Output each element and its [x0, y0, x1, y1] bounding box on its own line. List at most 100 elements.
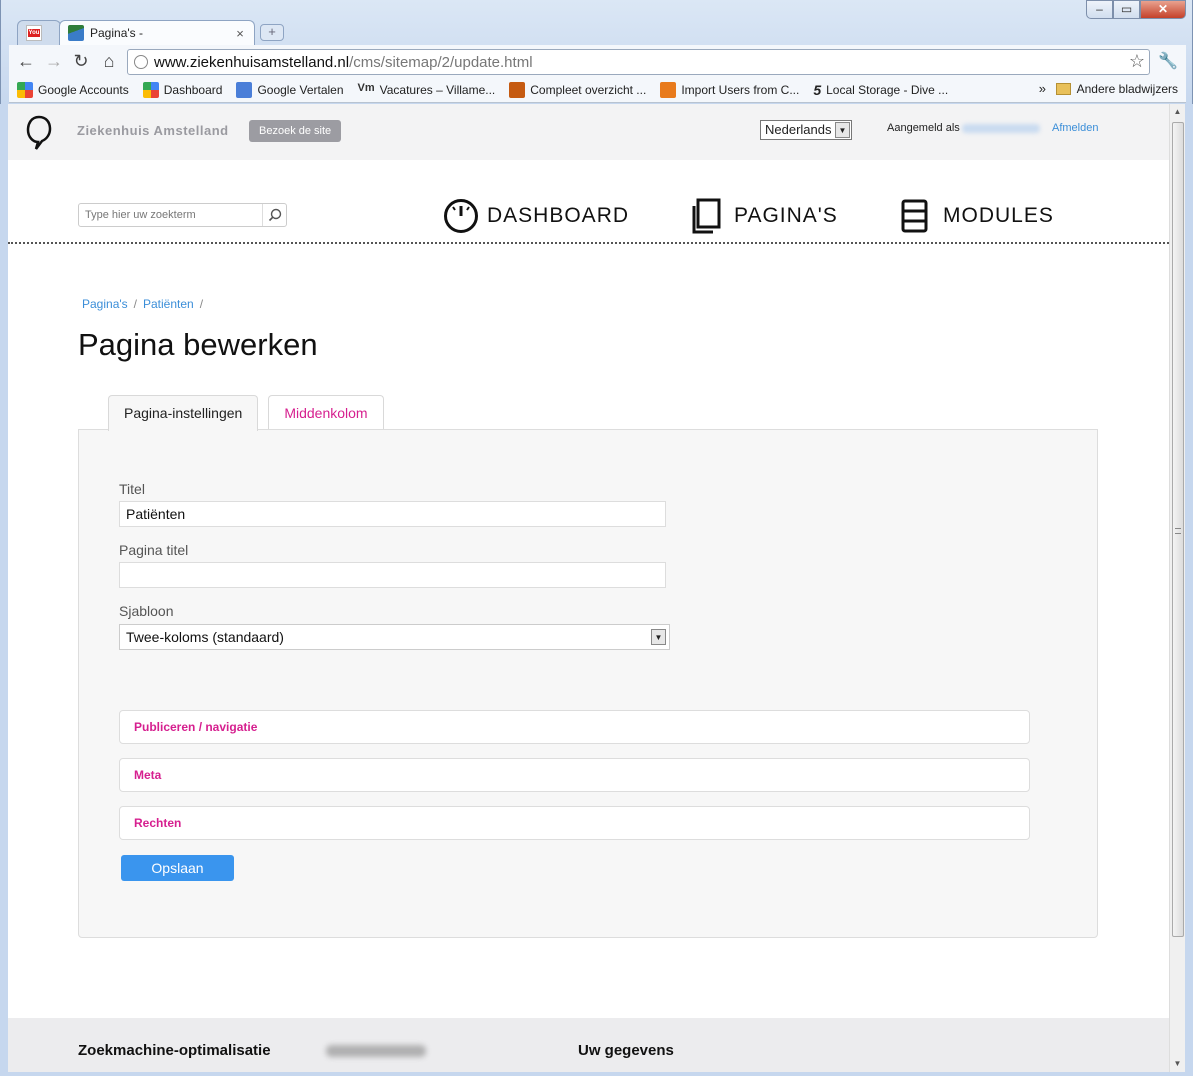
- minimize-button[interactable]: –: [1086, 0, 1113, 19]
- search-input[interactable]: [79, 204, 261, 226]
- other-bookmarks-folder[interactable]: Andere bladwijzers: [1055, 82, 1178, 96]
- folder-icon: [1055, 83, 1071, 95]
- breadcrumb-separator: /: [199, 297, 204, 311]
- breadcrumb: Pagina's / Patiënten /: [82, 297, 209, 311]
- forward-arrow-icon[interactable]: →: [43, 51, 65, 73]
- search-button[interactable]: [262, 204, 286, 226]
- template-value: Twee-koloms (standaard): [126, 629, 284, 645]
- window-frame-bottom: [0, 1072, 1193, 1076]
- scroll-down-arrow-icon[interactable]: ▼: [1170, 1056, 1185, 1072]
- bookmark-item[interactable]: Vm Vacatures – Villame...: [358, 82, 496, 98]
- breadcrumb-separator: /: [133, 297, 137, 311]
- title-field[interactable]: Patiënten: [119, 501, 666, 527]
- breadcrumb-item-pages[interactable]: Pagina's: [82, 297, 128, 311]
- nav-dashboard-label: DASHBOARD: [487, 204, 630, 227]
- breadcrumb-item-patients[interactable]: Patiënten: [143, 297, 194, 311]
- bookmark-label: Import Users from C...: [681, 83, 800, 97]
- tab-strip: You Pagina's - × + – ▭ ✕: [1, 0, 1192, 45]
- pages-icon: [692, 198, 721, 234]
- bookmark-label: Vacatures – Villame...: [379, 83, 496, 97]
- page-info-icon: [134, 55, 148, 69]
- reload-icon[interactable]: ↻: [70, 51, 92, 73]
- nav-dashboard[interactable]: DASHBOARD: [443, 198, 629, 234]
- nav-pages[interactable]: PAGINA'S: [690, 198, 838, 234]
- search-box: [78, 203, 287, 227]
- page-title-label: Pagina titel: [119, 542, 189, 558]
- close-tab-icon[interactable]: ×: [234, 26, 246, 41]
- window-frame-right: [1185, 104, 1193, 1076]
- bookmark-item[interactable]: Compleet overzicht ...: [509, 82, 646, 98]
- bookmark-label: Local Storage - Dive ...: [826, 83, 949, 97]
- logout-link[interactable]: Afmelden: [1052, 122, 1098, 134]
- new-tab-button[interactable]: +: [260, 24, 284, 41]
- vm-icon: Vm: [357, 82, 375, 94]
- content-tabs: Pagina-instellingen Middenkolom: [108, 395, 394, 431]
- user-email-redacted: [961, 123, 1040, 133]
- google-icon: [142, 82, 159, 98]
- footer: Zoekmachine-optimalisatie Uw gegevens: [8, 1018, 1169, 1072]
- template-select[interactable]: Twee-koloms (standaard) ▼: [119, 624, 670, 650]
- tab-page-settings[interactable]: Pagina-instellingen: [108, 395, 259, 431]
- dropdown-arrow-icon: ▼: [835, 122, 850, 138]
- divider: [8, 242, 1169, 244]
- maximize-button[interactable]: ▭: [1113, 0, 1140, 19]
- nav-pages-label: PAGINA'S: [734, 204, 838, 227]
- footer-heading-your-details: Uw gegevens: [578, 1042, 674, 1059]
- language-value: Nederlands: [765, 122, 832, 137]
- bookmarks-overflow-button[interactable]: »: [1039, 81, 1046, 96]
- back-arrow-icon[interactable]: ←: [15, 51, 37, 73]
- browser-chrome: You Pagina's - × + – ▭ ✕ ← → ↻ ⌂ www.zie…: [0, 0, 1193, 104]
- bookmark-label: Dashboard: [163, 83, 223, 97]
- language-select[interactable]: Nederlands ▼: [760, 120, 852, 140]
- browser-toolbar: ← → ↻ ⌂ www.ziekenhuisamstelland.nl/cms/…: [9, 45, 1186, 78]
- url-host: www.ziekenhuisamstelland.nl: [154, 53, 350, 71]
- bookmark-label: Compleet overzicht ...: [530, 83, 647, 97]
- save-button[interactable]: Opslaan: [121, 855, 234, 881]
- home-icon[interactable]: ⌂: [98, 51, 120, 73]
- scrollbar-grip: [1175, 528, 1181, 534]
- scrollbar-thumb[interactable]: [1172, 122, 1184, 937]
- bookmark-item[interactable]: 5 Local Storage - Dive ...: [813, 82, 948, 98]
- window-controls: – ▭ ✕: [1086, 0, 1186, 19]
- wrench-menu-icon[interactable]: 🔧: [1158, 51, 1178, 71]
- scroll-up-arrow-icon[interactable]: ▲: [1170, 104, 1185, 120]
- window-frame-left: [0, 104, 8, 1076]
- page-viewport: Ziekenhuis Amstelland Bezoek de site Ned…: [8, 104, 1169, 1072]
- dropdown-arrow-icon: ▼: [651, 629, 666, 645]
- bookmark-item[interactable]: Dashboard: [142, 82, 223, 98]
- title-label: Titel: [119, 481, 145, 497]
- footer-heading-seo: Zoekmachine-optimalisatie: [78, 1042, 271, 1059]
- visit-site-button[interactable]: Bezoek de site: [249, 120, 342, 142]
- section-meta[interactable]: Meta: [119, 758, 1030, 792]
- html5-icon: 5: [813, 82, 822, 98]
- settings-panel: Titel Patiënten Pagina titel Sjabloon Tw…: [78, 429, 1098, 938]
- cms-topbar: Ziekenhuis Amstelland Bezoek de site Ned…: [8, 104, 1169, 160]
- tab-middle-column[interactable]: Middenkolom: [268, 395, 384, 430]
- translate-icon: [236, 82, 253, 98]
- nav-modules[interactable]: MODULES: [901, 198, 1054, 234]
- site-name: Ziekenhuis Amstelland: [77, 123, 229, 138]
- section-publish-navigation[interactable]: Publiceren / navigatie: [119, 710, 1030, 744]
- logged-in-as: Aangemeld als: [887, 122, 1040, 134]
- browser-tab-youtube[interactable]: You: [17, 20, 61, 45]
- template-label: Sjabloon: [119, 603, 174, 619]
- youtube-icon: You: [26, 25, 42, 41]
- bookmark-label: Google Accounts: [38, 83, 129, 97]
- bookmark-item[interactable]: Google Vertalen: [236, 82, 344, 98]
- address-bar[interactable]: www.ziekenhuisamstelland.nl/cms/sitemap/…: [127, 49, 1150, 75]
- section-rights[interactable]: Rechten: [119, 806, 1030, 840]
- bookmark-star-icon[interactable]: ☆: [1129, 51, 1145, 72]
- tab-title: Pagina's -: [90, 26, 143, 40]
- nav-modules-label: MODULES: [943, 204, 1054, 227]
- page-title: Pagina bewerken: [78, 327, 318, 362]
- vertical-scrollbar[interactable]: ▲ ▼: [1169, 104, 1185, 1072]
- bookmarks-bar: Google Accounts Dashboard Google Vertale…: [9, 78, 1186, 103]
- close-window-button[interactable]: ✕: [1140, 0, 1186, 19]
- browser-tab-active[interactable]: Pagina's - ×: [59, 20, 255, 45]
- page-title-field[interactable]: [119, 562, 666, 588]
- site-favicon-icon: [68, 25, 84, 41]
- bookmark-item[interactable]: Google Accounts: [17, 82, 129, 98]
- bookmark-label: Google Vertalen: [257, 83, 344, 97]
- bookmark-item[interactable]: Import Users from C...: [660, 82, 799, 98]
- url-path: /cms/sitemap/2/update.html: [349, 53, 533, 71]
